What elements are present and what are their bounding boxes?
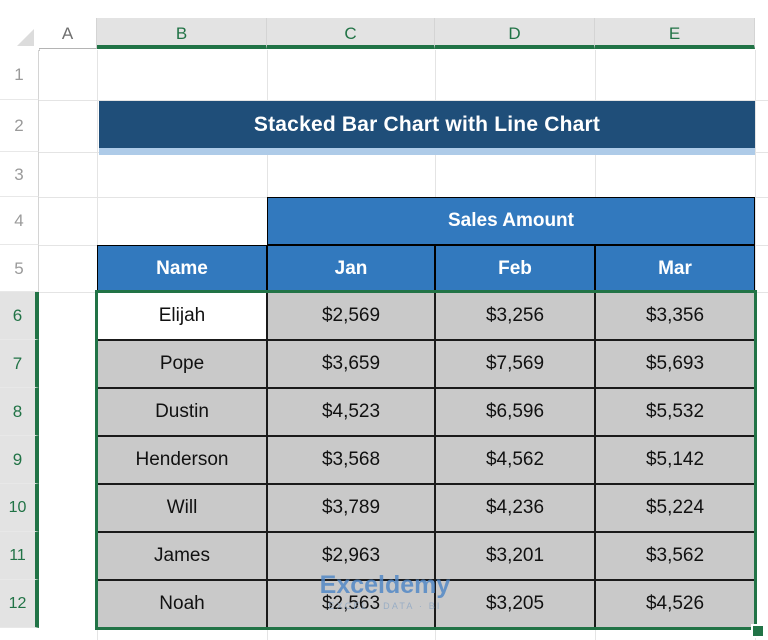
column-header-d[interactable]: D — [435, 18, 595, 49]
row-header-5[interactable]: 5 — [0, 245, 39, 292]
cell-d12[interactable]: $3,205 — [435, 580, 595, 628]
row-header-7[interactable]: 7 — [0, 340, 39, 388]
row-header-10[interactable]: 10 — [0, 484, 39, 532]
cell-c6[interactable]: $2,569 — [267, 292, 435, 340]
cell-d8[interactable]: $6,596 — [435, 388, 595, 436]
cell-b11[interactable]: James — [97, 532, 267, 580]
row-header-1[interactable]: 1 — [0, 50, 39, 100]
cell-d9[interactable]: $4,562 — [435, 436, 595, 484]
row-header-11[interactable]: 11 — [0, 532, 39, 580]
cell-d11[interactable]: $3,201 — [435, 532, 595, 580]
row-header-2[interactable]: 2 — [0, 100, 39, 152]
row-header-label: 3 — [14, 165, 24, 184]
page-title: Stacked Bar Chart with Line Chart — [99, 101, 755, 148]
row-header-3[interactable]: 3 — [0, 152, 39, 197]
row-header-label: 5 — [14, 259, 24, 278]
table-group-header-sales-amount: Sales Amount — [267, 197, 755, 245]
cell-c11[interactable]: $2,963 — [267, 532, 435, 580]
selection-fill-handle[interactable] — [751, 624, 765, 638]
row-header-label: 1 — [14, 65, 24, 84]
cell-e12[interactable]: $4,526 — [595, 580, 755, 628]
row-header-label: 7 — [12, 354, 23, 373]
cell-b7[interactable]: Pope — [97, 340, 267, 388]
row-header-12[interactable]: 12 — [0, 580, 39, 628]
row-header-label: 8 — [12, 402, 23, 421]
cell-c7[interactable]: $3,659 — [267, 340, 435, 388]
column-header-b[interactable]: B — [97, 18, 267, 49]
cell-b8[interactable]: Dustin — [97, 388, 267, 436]
row-header-6[interactable]: 6 — [0, 292, 39, 340]
cell-b9[interactable]: Henderson — [97, 436, 267, 484]
cell-d10[interactable]: $4,236 — [435, 484, 595, 532]
cell-b6[interactable]: Elijah — [97, 292, 267, 340]
select-all-triangle-icon — [17, 29, 34, 46]
row-header-9[interactable]: 9 — [0, 436, 39, 484]
cell-e9[interactable]: $5,142 — [595, 436, 755, 484]
column-header-a[interactable]: A — [39, 18, 97, 49]
row-header-4[interactable]: 4 — [0, 197, 39, 245]
cell-b12[interactable]: Noah — [97, 580, 267, 628]
cell-e11[interactable]: $3,562 — [595, 532, 755, 580]
row-header-label: 10 — [8, 499, 27, 516]
row-header-label: 4 — [14, 211, 24, 230]
cell-c8[interactable]: $4,523 — [267, 388, 435, 436]
row-header-label: 9 — [12, 450, 23, 469]
column-header-c[interactable]: C — [267, 18, 435, 49]
table-column-header-mar: Mar — [595, 245, 755, 292]
row-header-label: 11 — [9, 547, 26, 564]
cell-e7[interactable]: $5,693 — [595, 340, 755, 388]
cell-e10[interactable]: $5,224 — [595, 484, 755, 532]
table-column-header-name: Name — [97, 245, 267, 292]
cell-d6[interactable]: $3,256 — [435, 292, 595, 340]
cell-d7[interactable]: $7,569 — [435, 340, 595, 388]
table-column-header-feb: Feb — [435, 245, 595, 292]
row-header-label: 6 — [12, 306, 23, 325]
cell-e6[interactable]: $3,356 — [595, 292, 755, 340]
row-header-label: 12 — [8, 595, 27, 612]
title-accent-strip — [99, 148, 755, 155]
row-header-8[interactable]: 8 — [0, 388, 39, 436]
table-column-header-jan: Jan — [267, 245, 435, 292]
column-header-e[interactable]: E — [595, 18, 755, 49]
cell-c9[interactable]: $3,568 — [267, 436, 435, 484]
row-header-label: 2 — [14, 116, 24, 135]
spreadsheet-grid[interactable]: A B C D E 1 2 3 4 5 6 7 8 9 10 11 12 Sta… — [0, 0, 768, 640]
cell-c12[interactable]: $2,563 — [267, 580, 435, 628]
cell-e8[interactable]: $5,532 — [595, 388, 755, 436]
select-all-button[interactable] — [0, 18, 40, 51]
cell-c10[interactable]: $3,789 — [267, 484, 435, 532]
cell-b10[interactable]: Will — [97, 484, 267, 532]
